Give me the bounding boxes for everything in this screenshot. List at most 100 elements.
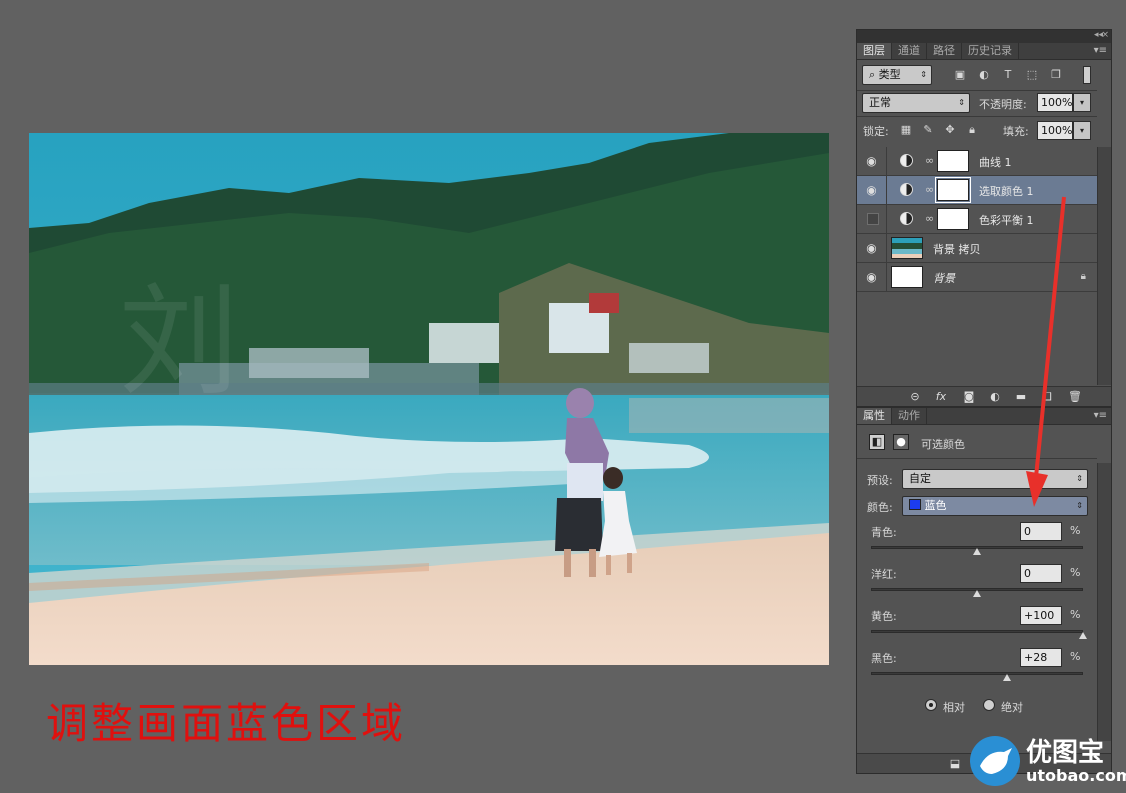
absolute-radio[interactable] — [983, 699, 995, 711]
smart-object-filter-icon[interactable]: ❐ — [1049, 68, 1063, 82]
new-adjustment-icon[interactable]: ◐ — [987, 390, 1003, 403]
opacity-dropdown-button[interactable]: ▾ — [1073, 93, 1091, 112]
selective-color-icon: ◧ — [869, 434, 885, 450]
adjustment-layer-icon — [900, 212, 913, 225]
tab-layers[interactable]: 图层 — [857, 43, 892, 59]
cyan-label: 青色: — [871, 526, 897, 539]
properties-scrollbar[interactable] — [1097, 463, 1111, 741]
delete-layer-icon[interactable]: 🗑︎ — [1067, 390, 1083, 403]
lock-all-icon[interactable]: 🔒︎ — [965, 123, 979, 137]
adjustment-filter-icon[interactable]: ◐ — [977, 68, 991, 82]
panel-topbar: ◂◂ × — [857, 30, 1111, 43]
layer-row-selective-color[interactable]: ◉ ∞ 选取颜色 1 — [857, 176, 1098, 205]
eye-icon[interactable]: ◉ — [857, 234, 887, 262]
cyan-slider-thumb[interactable] — [973, 548, 981, 555]
filter-toggle-icon[interactable] — [1083, 66, 1091, 84]
tab-actions[interactable]: 动作 — [892, 408, 927, 424]
blend-mode-dropdown[interactable]: 正常 ⇕ — [862, 93, 970, 113]
search-icon: ⌕ — [869, 68, 879, 81]
new-layer-icon[interactable]: ❏ — [1039, 390, 1055, 403]
layers-tabbar: 图层 通道 路径 历史记录 ▾≡ — [857, 43, 1111, 60]
opacity-label: 不透明度: — [979, 98, 1027, 111]
bird-icon — [980, 748, 1012, 774]
cyan-unit: % — [1070, 524, 1081, 537]
color-swatch — [909, 499, 921, 510]
close-panel-icon[interactable]: × — [1101, 30, 1109, 40]
caption-text: 调整画面蓝色区域 — [46, 699, 407, 748]
properties-tabbar: 属性 动作 ▾≡ — [857, 408, 1111, 425]
shape-filter-icon[interactable]: ⬚ — [1025, 68, 1039, 82]
fx-icon[interactable]: fx — [933, 390, 949, 403]
link-icon[interactable]: ∞ — [925, 154, 934, 167]
add-mask-icon[interactable]: ◙ — [961, 390, 977, 403]
opacity-input[interactable]: 100% — [1037, 93, 1073, 112]
eye-icon[interactable]: ◉ — [857, 176, 887, 204]
canvas-photo[interactable]: 刘 — [29, 133, 829, 665]
black-label: 黑色: — [871, 652, 897, 665]
tab-history[interactable]: 历史记录 — [962, 43, 1019, 59]
yellow-input[interactable]: +100 — [1020, 606, 1062, 625]
layers-footer: ⊝ fx ◙ ◐ ▬ ❏ 🗑︎ — [857, 386, 1111, 406]
fill-input[interactable]: 100% — [1037, 121, 1073, 140]
black-slider-track[interactable] — [871, 672, 1083, 675]
black-slider-thumb[interactable] — [1002, 674, 1011, 681]
magenta-unit: % — [1070, 566, 1081, 579]
updown-icon: ⇕ — [1076, 501, 1083, 510]
panel-menu-icon[interactable]: ▾≡ — [1094, 410, 1107, 421]
yellow-slider-thumb[interactable] — [1079, 632, 1087, 639]
layer-name: 背景 拷贝 — [933, 243, 981, 256]
link-icon[interactable]: ∞ — [925, 183, 934, 196]
link-icon[interactable]: ∞ — [925, 212, 934, 225]
layers-scrollbar[interactable] — [1097, 147, 1111, 385]
preset-label: 预设: — [867, 474, 893, 487]
yellow-slider-track[interactable] — [871, 630, 1083, 633]
layer-row-background-copy[interactable]: ◉ 背景 拷贝 — [857, 234, 1098, 263]
new-group-icon[interactable]: ▬ — [1013, 390, 1029, 403]
eye-icon[interactable]: ◉ — [857, 263, 887, 291]
link-layers-icon[interactable]: ⊝ — [907, 390, 923, 403]
type-filter-icon[interactable]: T — [1001, 68, 1015, 82]
color-dropdown[interactable]: 蓝色 ⇕ — [902, 496, 1088, 516]
panel-menu-icon[interactable]: ▾≡ — [1094, 45, 1107, 56]
layer-mask-thumbnail[interactable] — [935, 177, 971, 203]
filter-kind-dropdown[interactable]: ⌕ 类型 ⇕ — [862, 65, 932, 85]
cyan-input[interactable]: 0 — [1020, 522, 1062, 541]
layer-row-curves[interactable]: ◉ ∞ 曲线 1 — [857, 147, 1098, 176]
layer-name: 曲线 1 — [979, 156, 1012, 169]
updown-icon: ⇕ — [1076, 474, 1083, 483]
layer-row-background[interactable]: ◉ 背景 🔒︎ — [857, 263, 1098, 292]
tab-properties[interactable]: 属性 — [857, 408, 892, 424]
watermark-url: utobao.com — [1026, 766, 1126, 785]
tab-paths[interactable]: 路径 — [927, 43, 962, 59]
layer-mask-thumbnail[interactable] — [937, 208, 969, 230]
magenta-label: 洋红: — [871, 568, 897, 581]
layer-name: 色彩平衡 1 — [979, 214, 1034, 227]
magenta-slider-thumb[interactable] — [973, 590, 981, 597]
magenta-input[interactable]: 0 — [1020, 564, 1062, 583]
eye-hidden-icon[interactable] — [857, 205, 887, 233]
lock-transparent-icon[interactable]: ▦ — [899, 123, 913, 137]
black-input[interactable]: +28 — [1020, 648, 1062, 667]
blend-mode-value: 正常 — [869, 96, 891, 109]
separator — [857, 116, 1097, 117]
lock-move-icon[interactable]: ✥ — [943, 123, 957, 137]
relative-radio[interactable] — [925, 699, 937, 711]
pixel-filter-icon[interactable]: ▣ — [953, 68, 967, 82]
eye-icon[interactable]: ◉ — [857, 147, 887, 175]
watermark-name: 优图宝 — [1026, 738, 1105, 768]
lock-brush-icon[interactable]: ✎ — [921, 123, 935, 137]
layer-thumbnail — [891, 266, 923, 288]
fill-dropdown-button[interactable]: ▾ — [1073, 121, 1091, 140]
preset-dropdown[interactable]: 自定 ⇕ — [902, 469, 1088, 489]
layer-name: 背景 — [933, 272, 955, 285]
absolute-label: 绝对 — [1001, 701, 1023, 714]
updown-icon: ⇕ — [920, 70, 927, 79]
tab-channels[interactable]: 通道 — [892, 43, 927, 59]
yellow-label: 黄色: — [871, 610, 897, 623]
fill-label: 填充: — [1003, 125, 1029, 138]
layer-mask-thumbnail[interactable] — [937, 150, 969, 172]
lock-label: 锁定: — [863, 125, 889, 138]
clip-to-layer-icon[interactable]: ⬓ — [947, 757, 963, 770]
mask-icon[interactable]: ● — [893, 434, 909, 450]
layer-row-color-balance[interactable]: ∞ 色彩平衡 1 — [857, 205, 1098, 234]
